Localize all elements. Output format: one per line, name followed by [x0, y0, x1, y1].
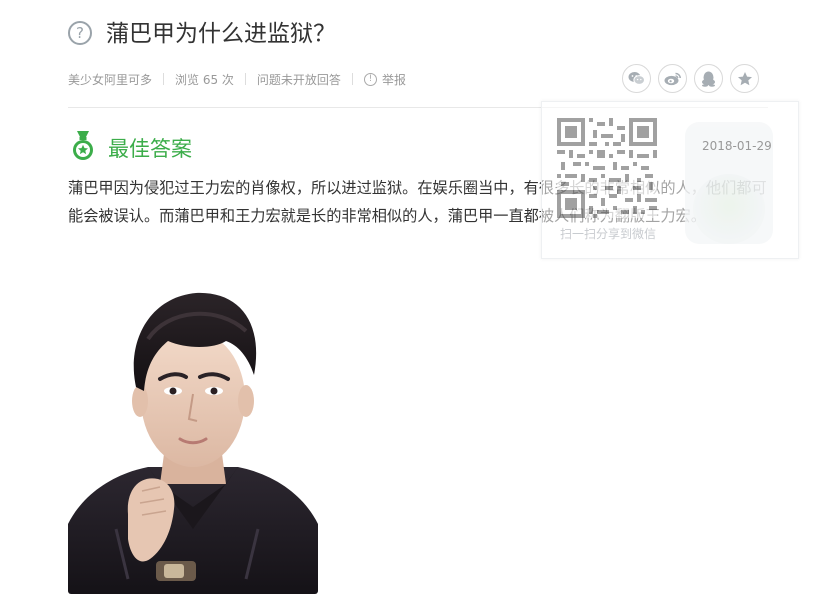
meta-divider [351, 73, 353, 85]
favorite-star-icon [737, 71, 752, 85]
meta-divider [163, 73, 165, 85]
meta-divider [244, 73, 246, 85]
portrait-photo [68, 279, 318, 594]
answer-date: 2018-01-29 [702, 139, 772, 153]
qr-caption: 扫一扫分享到微信 [560, 227, 657, 241]
weibo-icon [664, 72, 681, 86]
qr-code-image [557, 118, 657, 218]
view-count: 浏览 65 次 [175, 72, 234, 87]
share-favorite-button[interactable] [730, 64, 759, 93]
author-link[interactable]: 美少女阿里可多 [68, 71, 152, 88]
best-answer-title: 最佳答案 [108, 137, 192, 161]
share-wechat-button[interactable] [622, 64, 651, 93]
qr-share-panel: 扫一扫分享到微信 2018-01-29 [541, 101, 799, 259]
share-qq-button[interactable] [694, 64, 723, 93]
report-label: 举报 [381, 72, 406, 87]
medal-icon [73, 131, 93, 160]
qq-icon [702, 71, 715, 87]
share-weibo-button[interactable] [658, 64, 687, 93]
question-circle-icon: ? [68, 21, 92, 45]
alert-icon: ! [363, 72, 377, 86]
question-status: 问题未开放回答 [256, 72, 341, 87]
wechat-icon [628, 72, 645, 85]
report-button[interactable]: ! 举报 [363, 71, 406, 88]
question-meta: 美少女阿里可多 浏览 65 次 问题未开放回答 ! 举报 [68, 70, 406, 88]
page-title: 蒲巴甲为什么进监狱？ [106, 21, 336, 47]
